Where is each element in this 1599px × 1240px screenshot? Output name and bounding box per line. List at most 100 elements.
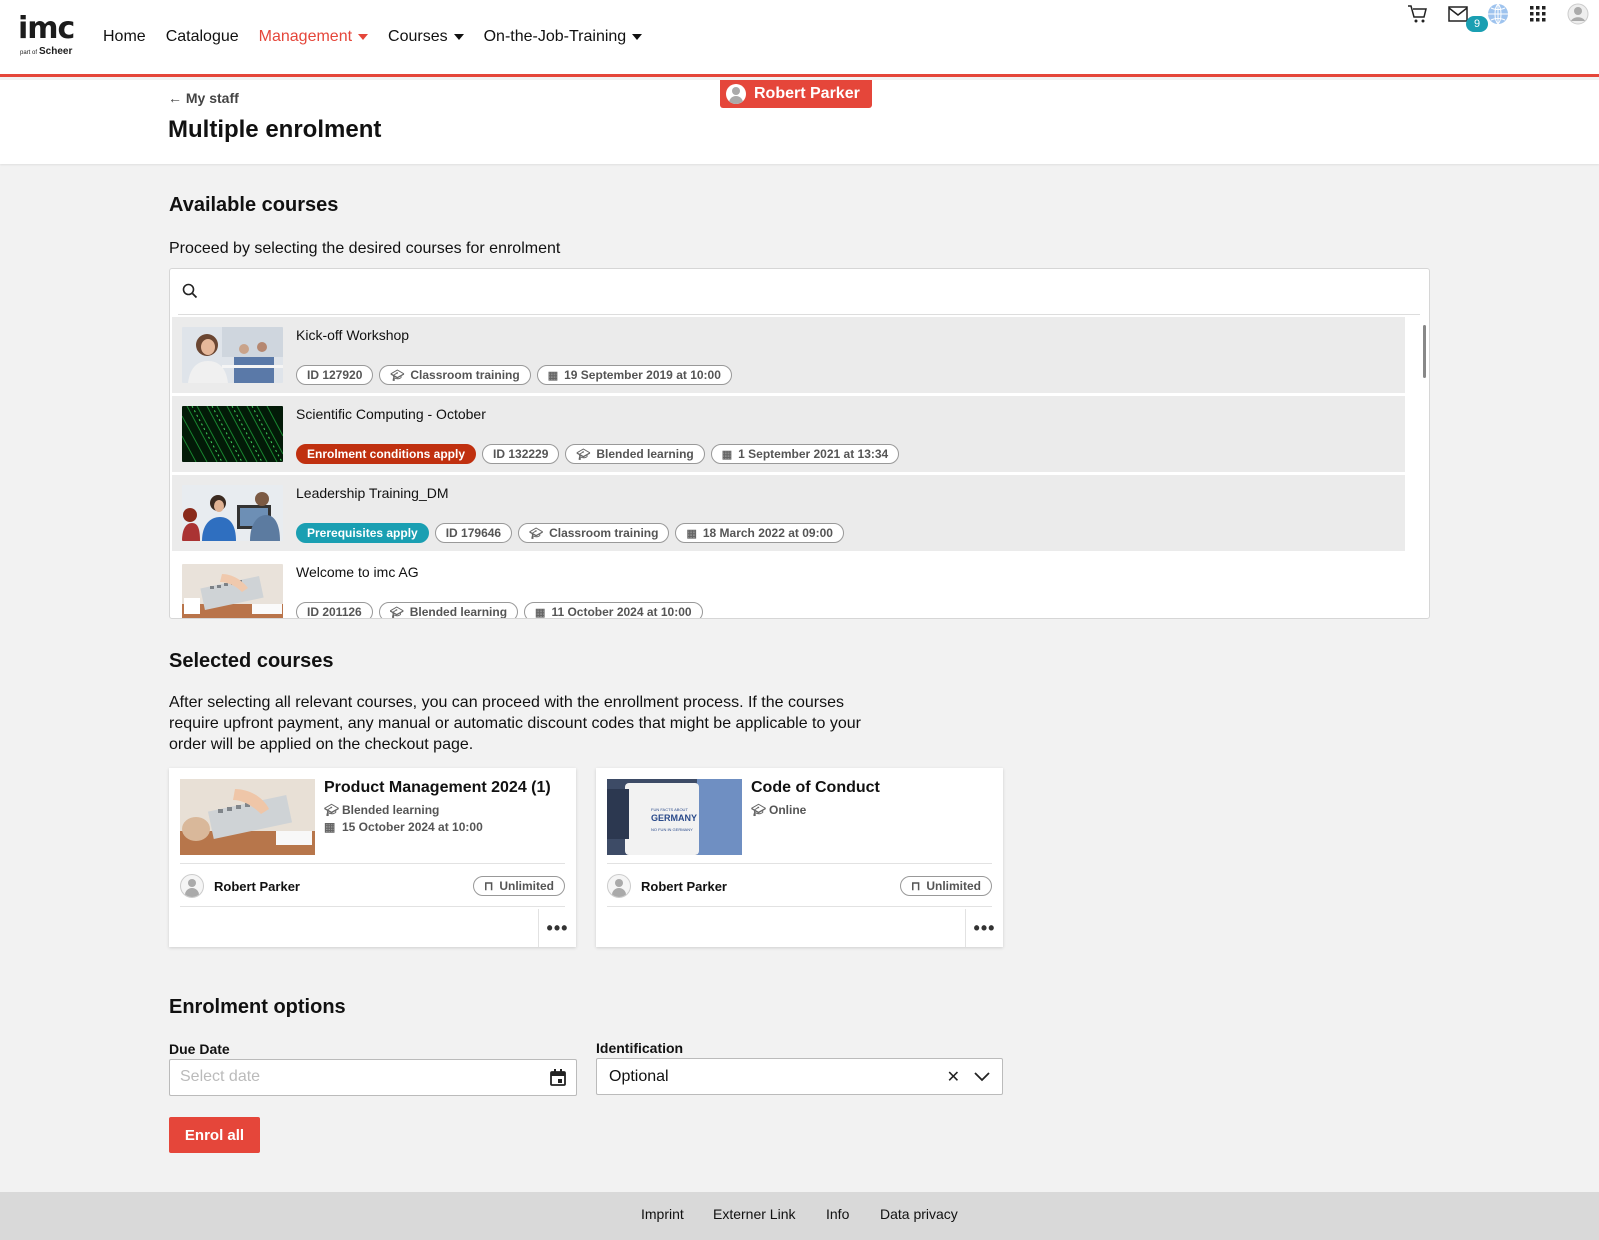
course-thumbnail — [182, 327, 283, 383]
course-thumbnail — [180, 779, 315, 855]
course-thumbnail: GERMANY FUN FACTS ABOUT NO FUN IN GERMANY — [607, 779, 742, 855]
profile-avatar-icon[interactable] — [1564, 0, 1592, 28]
course-id-tag: ID 201126 — [296, 602, 373, 618]
nav-management[interactable]: Management — [259, 26, 369, 48]
identification-label: Identification — [596, 1040, 684, 1056]
svg-text:GERMANY: GERMANY — [651, 813, 697, 823]
calendar-icon[interactable] — [550, 1069, 566, 1091]
due-date-input[interactable] — [180, 1068, 520, 1086]
course-date-tag: ▦ 1 September 2021 at 13:34 — [710, 444, 900, 464]
user-avatar-icon — [607, 874, 631, 898]
imc-logo[interactable]: imc part of Scheer — [18, 14, 78, 60]
course-list: Kick-off Workshop ID 127920 🎓︎ Classroom … — [169, 268, 1430, 619]
selected-course-title: Code of Conduct — [751, 779, 880, 796]
calendar-icon: ▦ — [686, 527, 697, 540]
apps-grid-icon[interactable] — [1524, 0, 1552, 28]
page-title: Multiple enrolment — [168, 116, 382, 143]
identification-value: Optional — [609, 1068, 669, 1085]
more-options-button[interactable]: ••• — [538, 909, 576, 947]
more-options-button[interactable]: ••• — [965, 909, 1003, 947]
selected-course-card: Product Management 2024 (1) 🎓︎ Blended le… — [169, 768, 576, 947]
nav-home[interactable]: Home — [103, 26, 146, 48]
course-row[interactable]: Kick-off Workshop ID 127920 🎓︎ Classroom … — [172, 317, 1405, 395]
nav-on-the-job-training[interactable]: On-the-Job-Training — [484, 26, 643, 48]
course-search[interactable] — [178, 269, 1420, 315]
selected-course-date: ▦ 15 October 2024 at 10:00 — [324, 820, 483, 834]
list-scrollbar[interactable] — [1423, 325, 1426, 378]
user-avatar-icon — [180, 874, 204, 898]
impersonated-user-badge[interactable]: Robert Parker — [720, 80, 872, 108]
course-type-tag: 🎓︎ Blended learning — [378, 602, 519, 619]
seats-badge: ⊓ Unlimited — [899, 876, 992, 896]
selected-courses-heading: Selected courses — [169, 650, 334, 672]
course-title: Leadership Training_DM — [296, 485, 449, 501]
course-thumbnail — [182, 485, 283, 541]
back-to-my-staff-link[interactable]: ← My staff — [168, 90, 239, 106]
globe-icon[interactable] — [1484, 0, 1512, 28]
selected-course-type: 🎓︎ Blended learning — [324, 803, 440, 817]
seats-badge: ⊓ Unlimited — [472, 876, 565, 896]
due-date-label: Due Date — [169, 1041, 230, 1057]
clear-icon[interactable]: ✕ — [947, 1067, 960, 1087]
course-thumbnail — [182, 564, 283, 618]
graduation-cap-icon: 🎓︎ — [389, 606, 404, 619]
caret-down-icon — [632, 34, 643, 40]
svg-text:FUN FACTS ABOUT: FUN FACTS ABOUT — [651, 807, 688, 812]
footer-link-info[interactable]: Info — [826, 1206, 849, 1222]
course-title: Scientific Computing - October — [296, 406, 486, 422]
footer-link-externer-link[interactable]: Externer Link — [713, 1206, 795, 1222]
footer-link-imprint[interactable]: Imprint — [641, 1206, 684, 1222]
enrolment-conditions-badge: Enrolment conditions apply — [296, 444, 477, 464]
available-courses-heading: Available courses — [169, 194, 339, 216]
footer-link-data-privacy[interactable]: Data privacy — [880, 1206, 958, 1222]
calendar-icon: ▦ — [324, 820, 336, 834]
course-type-tag: 🎓︎ Classroom training — [379, 365, 531, 385]
available-courses-instructions: Proceed by selecting the desired courses… — [169, 240, 561, 257]
course-thumbnail — [182, 406, 283, 462]
cart-icon[interactable] — [1404, 0, 1432, 28]
nav-courses[interactable]: Courses — [388, 26, 464, 48]
enrol-all-button[interactable]: Enrol all — [169, 1117, 260, 1153]
svg-text:NO FUN IN GERMANY: NO FUN IN GERMANY — [651, 827, 693, 832]
course-id-tag: ID 132229 — [482, 444, 560, 464]
course-type-tag: 🎓︎ Blended learning — [565, 444, 705, 464]
top-navigation-bar: imc part of Scheer Home Catalogue Managem… — [0, 0, 1599, 77]
course-row[interactable]: Leadership Training_DM Prerequisites app… — [172, 475, 1405, 553]
course-date-tag: ▦ 11 October 2024 at 10:00 — [524, 602, 703, 619]
course-id-tag: ID 179646 — [434, 523, 513, 543]
chevron-down-icon[interactable] — [974, 1069, 990, 1087]
selected-course-type: 🎓︎ Online — [751, 803, 807, 817]
graduation-cap-icon: 🎓︎ — [324, 803, 340, 817]
back-arrow-icon: ← — [168, 90, 182, 106]
course-row[interactable]: Scientific Computing - October Enrolment… — [172, 396, 1405, 474]
enrolled-user: Robert Parker — [180, 874, 300, 898]
graduation-cap-icon: 🎓︎ — [390, 369, 405, 382]
course-title: Welcome to imc AG — [296, 564, 419, 580]
graduation-cap-icon: 🎓︎ — [751, 803, 767, 817]
logo-text: imc — [18, 11, 75, 46]
selected-course-card: GERMANY FUN FACTS ABOUT NO FUN IN GERMANY … — [596, 768, 1003, 947]
identification-select[interactable]: Optional ✕ — [596, 1058, 1003, 1095]
course-id-tag: ID 127920 — [296, 365, 374, 385]
enrolment-options-heading: Enrolment options — [169, 996, 346, 1018]
graduation-cap-icon: 🎓︎ — [576, 448, 591, 461]
seat-icon: ⊓ — [910, 879, 921, 893]
selected-course-title: Product Management 2024 (1) — [324, 779, 551, 796]
seat-icon: ⊓ — [483, 879, 494, 893]
footer: Imprint Externer Link Info Data privacy — [0, 1192, 1599, 1240]
nav-catalogue[interactable]: Catalogue — [166, 26, 239, 48]
graduation-cap-icon: 🎓︎ — [529, 527, 544, 540]
search-icon — [182, 283, 198, 304]
course-date-tag: ▦ 18 March 2022 at 09:00 — [675, 523, 844, 543]
calendar-icon: ▦ — [535, 606, 546, 619]
caret-down-icon — [358, 34, 369, 40]
course-date-tag: ▦ 19 September 2019 at 10:00 — [536, 365, 732, 385]
user-avatar-icon — [726, 84, 746, 104]
course-row[interactable]: Welcome to imc AG ID 201126 🎓︎ Blended le… — [172, 554, 1405, 619]
due-date-field[interactable] — [169, 1059, 577, 1096]
enrolled-user: Robert Parker — [607, 874, 727, 898]
page-title-band: ← My staff Multiple enrolment Robert Par… — [0, 80, 1599, 164]
logo-subtext: part of Scheer — [20, 46, 73, 57]
caret-down-icon — [453, 34, 464, 40]
course-title: Kick-off Workshop — [296, 327, 410, 343]
